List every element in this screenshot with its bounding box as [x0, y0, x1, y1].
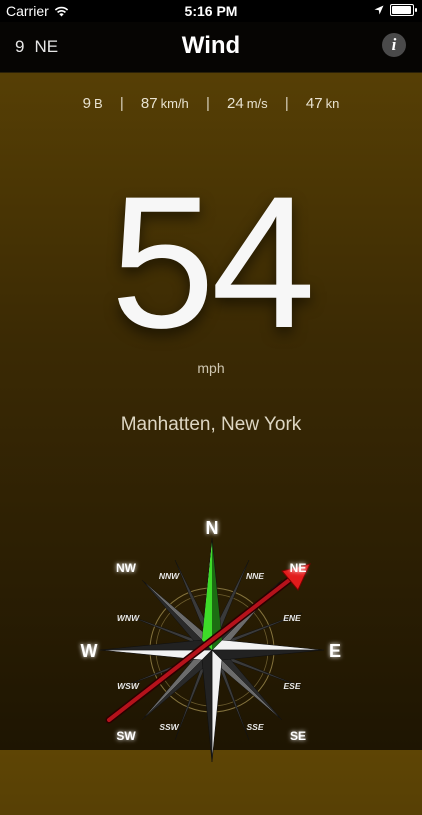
kn-value: 47	[305, 95, 323, 112]
separator: |	[119, 95, 124, 112]
location-arrow-icon	[374, 5, 384, 15]
separator: |	[205, 95, 210, 112]
compass-label-ese: ESE	[283, 681, 300, 691]
compass-svg: N E W NE NW SE SW NNE NNW ENE WNW ESE WS…	[81, 518, 341, 763]
clock: 5:16 PM	[184, 3, 238, 19]
status-bar: Carrier 5:16 PM	[0, 0, 422, 22]
beaufort-value: 9	[82, 95, 91, 112]
battery-icon	[390, 4, 417, 16]
battery-level	[392, 6, 411, 14]
compass-label-wnw: WNW	[117, 613, 140, 623]
compass-label-ssw: SSW	[159, 722, 179, 732]
page-title: Wind	[181, 32, 241, 59]
compass-label-se: SE	[290, 729, 306, 743]
ms-value: 24	[227, 95, 244, 112]
compass-label-wsw: WSW	[117, 681, 140, 691]
wind-speed-unit: mph	[197, 360, 225, 376]
compass-label-w: W	[81, 641, 98, 661]
compass-label-e: E	[329, 641, 341, 661]
kmh-unit: km/h	[160, 96, 189, 111]
compass-label-nw: NW	[116, 561, 137, 575]
wind-speed-value: 54	[110, 157, 315, 367]
kn-unit: kn	[325, 96, 340, 111]
compass-label-sse: SSE	[246, 722, 263, 732]
compass-label-nnw: NNW	[159, 571, 180, 581]
compass-label-nne: NNE	[246, 571, 264, 581]
unit-conversions: 9B | 87 km/h | 24 m/s | 47 kn	[0, 95, 422, 112]
info-icon[interactable]: i	[382, 33, 406, 57]
compass-label-n: N	[206, 518, 219, 538]
compass-label-ne: NE	[290, 561, 307, 575]
nav-bar: 9 NE Wind i	[0, 22, 422, 73]
location-label: Manhatten, New York	[120, 414, 302, 435]
compass-label-ene: ENE	[283, 613, 301, 623]
ms-unit: m/s	[246, 96, 268, 111]
beaufort-unit: B	[94, 96, 103, 111]
status-icons	[374, 4, 417, 16]
compass-rose: N E W NE NW SE SW NNE NNW ENE WNW ESE WS…	[62, 515, 362, 763]
separator: |	[284, 95, 289, 112]
kmh-value: 87	[140, 95, 158, 112]
compass-label-sw: SW	[116, 729, 136, 743]
